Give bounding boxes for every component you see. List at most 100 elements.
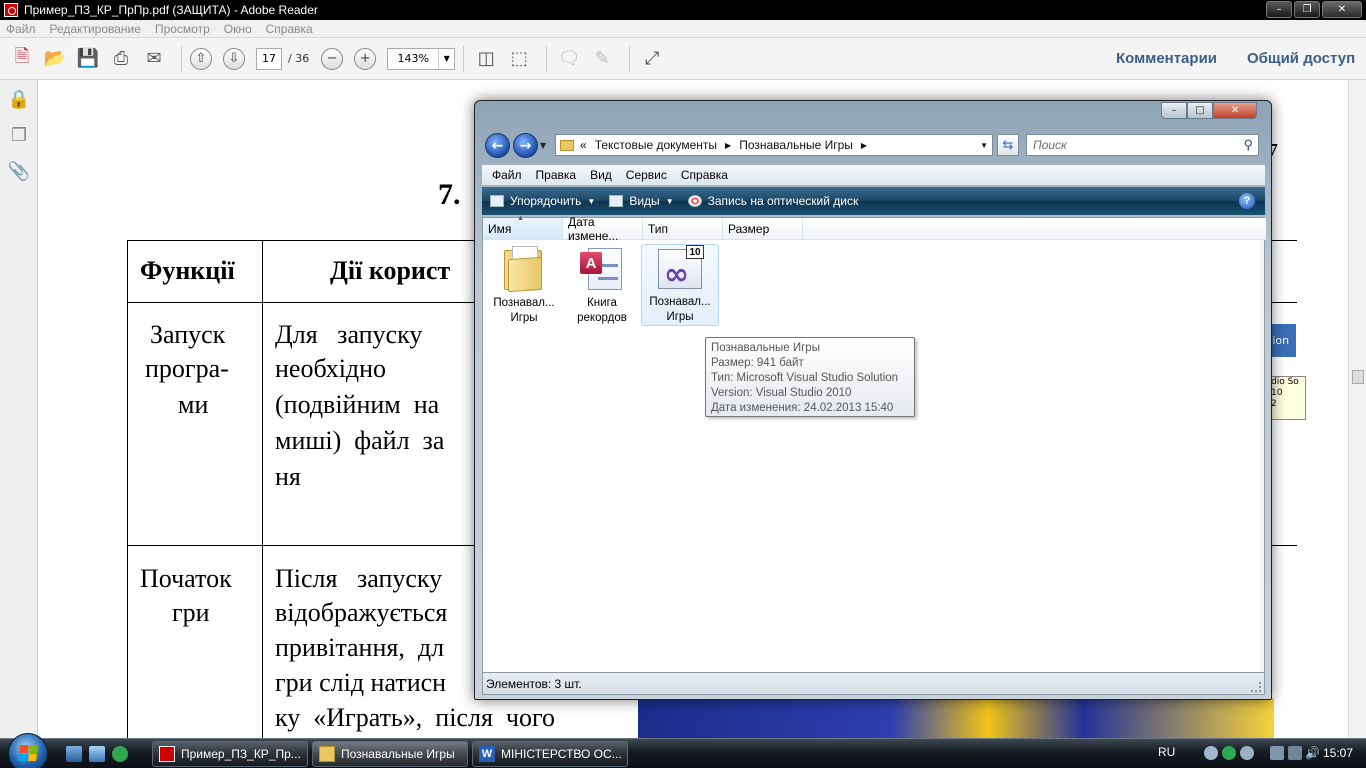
reader-menu-edit[interactable]: Редактирование [50, 22, 141, 36]
print-icon[interactable]: ⎙ [107, 45, 135, 73]
taskbar-button-label: Познавальные Игры [341, 747, 455, 761]
word-icon: W [479, 746, 495, 762]
views-icon [609, 195, 624, 207]
search-input[interactable]: Поиск ⚲ [1026, 134, 1259, 156]
folder-icon [560, 139, 574, 151]
explorer-maximize-button[interactable]: □ [1187, 102, 1213, 119]
breadcrumb-arrow-icon[interactable]: ▶ [725, 141, 731, 150]
file-item-solution[interactable]: ∞ 10 Познавал... Игры [641, 244, 719, 326]
explorer-close-button[interactable]: ✕ [1213, 102, 1257, 119]
views-button[interactable]: Виды ▼ [609, 194, 674, 208]
chevron-down-icon: ▼ [587, 196, 596, 206]
reader-close-button[interactable]: ✕ [1322, 1, 1362, 18]
views-label: Виды [629, 194, 660, 208]
reader-menu-view[interactable]: Просмотр [155, 22, 210, 36]
cartoon-image [638, 698, 1274, 738]
chevron-down-icon[interactable]: ▼ [980, 141, 988, 150]
peek-tip-line: 2 [1271, 399, 1277, 409]
attachment-icon[interactable]: 📎 [8, 160, 30, 182]
zoom-in-button[interactable]: + [354, 47, 377, 70]
chevron-down-icon[interactable]: ▼ [438, 48, 454, 69]
explorer-minimize-button[interactable]: – [1161, 102, 1187, 119]
switch-windows-icon[interactable] [89, 746, 105, 762]
breadcrumb-segment[interactable]: Текстовые документы [595, 138, 717, 152]
explorer-menu-file[interactable]: Файл [492, 168, 522, 182]
organize-button[interactable]: Упорядочить ▼ [490, 194, 595, 208]
burn-disc-button[interactable]: Запись на оптический диск [687, 194, 858, 208]
visual-studio-solution-icon: ∞ 10 [656, 245, 704, 291]
zoom-select[interactable]: 143% ▼ [387, 47, 456, 70]
scrollbar-thumb[interactable] [1352, 370, 1364, 384]
breadcrumb-segment[interactable]: Познавальные Игры [739, 138, 853, 152]
taskbar-button-label: МІНІСТЕРСТВО ОС... [501, 747, 622, 761]
fit-page-icon[interactable]: ◫ [472, 45, 500, 73]
network-tray-icon[interactable] [1204, 746, 1218, 760]
connection-tray-icon[interactable] [1270, 746, 1284, 760]
taskbar-button-explorer[interactable]: Познавальные Игры [312, 741, 468, 767]
reader-menu-file[interactable]: Файл [6, 22, 36, 36]
recent-pages-chevron-icon[interactable]: ▼ [540, 141, 546, 150]
explorer-menubar: Файл Правка Вид Сервис Справка [482, 165, 1265, 185]
page-number-input[interactable]: 17 [256, 47, 282, 70]
column-header-type[interactable]: Тип [643, 218, 723, 239]
show-desktop-icon[interactable] [66, 746, 82, 762]
explorer-menu-view[interactable]: Вид [590, 168, 612, 182]
zoom-out-button[interactable]: − [321, 47, 344, 70]
address-overflow[interactable]: « [580, 138, 587, 152]
reader-minimize-button[interactable]: – [1266, 1, 1292, 18]
utorrent-tray-icon[interactable] [1222, 746, 1236, 760]
reader-menu-window[interactable]: Окно [224, 22, 252, 36]
refresh-icon[interactable]: ⇆ [997, 134, 1019, 156]
forward-arrow-icon[interactable]: → [513, 133, 538, 158]
column-header-date[interactable]: Дата измене... [563, 215, 643, 243]
reader-vertical-scrollbar[interactable] [1348, 80, 1366, 738]
reader-maximize-button[interactable]: ❐ [1294, 1, 1320, 18]
reader-menu-help[interactable]: Справка [266, 22, 313, 36]
explorer-menu-tools[interactable]: Сервис [626, 168, 667, 182]
explorer-scrollbar[interactable] [1260, 240, 1264, 672]
help-icon[interactable]: ? [1239, 193, 1255, 209]
column-header-size[interactable]: Размер [723, 218, 803, 239]
lock-icon[interactable]: 🔒 [8, 88, 30, 110]
comment-icon[interactable]: 🗨 [555, 45, 583, 73]
column-label: Дата измене... [568, 214, 619, 243]
clock[interactable]: 15:07 [1323, 746, 1353, 760]
utorrent-icon[interactable] [112, 746, 128, 762]
display-tray-icon[interactable] [1288, 746, 1302, 760]
next-page-button[interactable]: ⇩ [223, 47, 245, 70]
address-bar[interactable]: « Текстовые документы ▶ Познавальные Игр… [555, 134, 993, 156]
column-header-row: ▲ Имя Дата измене... Тип Размер [483, 215, 1266, 243]
volume-icon[interactable]: 🔊 [1305, 746, 1320, 760]
save-icon[interactable]: 💾 [74, 45, 102, 73]
background-window-peek: tion [1268, 324, 1296, 357]
file-item-folder[interactable]: Познавал... Игры [485, 244, 563, 326]
fit-width-icon[interactable]: ⬚ [505, 45, 533, 73]
open-icon[interactable]: 📂 [41, 45, 69, 73]
full-screen-icon[interactable]: ⤢ [638, 45, 666, 73]
start-button[interactable] [8, 733, 48, 768]
file-list-view[interactable]: ▲ Имя Дата измене... Тип Размер Познавал… [482, 215, 1266, 673]
previous-page-button[interactable]: ⇧ [190, 47, 212, 70]
file-item-database[interactable]: A Книга рекордов [563, 244, 641, 326]
explorer-menu-edit[interactable]: Правка [536, 168, 577, 182]
tray-app-icon[interactable] [1240, 746, 1254, 760]
back-arrow-icon[interactable]: ← [485, 133, 510, 158]
search-placeholder: Поиск [1033, 138, 1067, 152]
pages-icon[interactable]: ❐ [9, 124, 29, 146]
resize-grip-icon[interactable] [1251, 682, 1261, 692]
language-indicator[interactable]: RU [1158, 745, 1175, 759]
column-label: Тип [648, 221, 669, 236]
create-pdf-icon[interactable]: 🗎 [8, 45, 36, 73]
taskbar-button-reader[interactable]: Пример_ПЗ_КР_Пр... [152, 741, 308, 767]
column-header-name[interactable]: ▲ Имя [483, 215, 563, 239]
comments-link[interactable]: Комментарии [1116, 50, 1217, 67]
tooltip-line: Дата изменения: 24.02.2013 15:40 [711, 402, 894, 414]
taskbar-button-word[interactable]: W МІНІСТЕРСТВО ОС... [472, 741, 628, 767]
row1-function-line: програ- [145, 354, 229, 383]
sign-icon[interactable]: ✎ [588, 45, 616, 73]
explorer-menu-help[interactable]: Справка [681, 168, 728, 182]
share-link[interactable]: Общий доступ [1247, 50, 1355, 67]
email-icon[interactable]: ✉ [140, 45, 168, 73]
breadcrumb-arrow-icon[interactable]: ▶ [861, 141, 867, 150]
search-icon[interactable]: ⚲ [1243, 137, 1253, 153]
